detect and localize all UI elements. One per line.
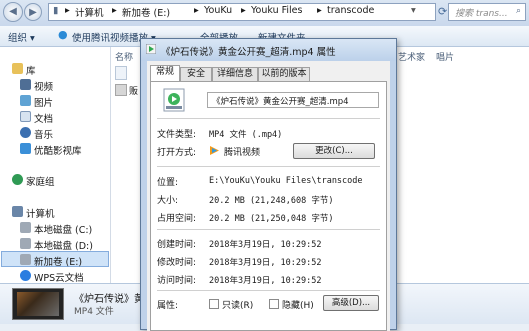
divider (157, 229, 380, 230)
breadcrumb-youku-files[interactable]: Youku Files (251, 5, 302, 16)
homegroup-icon (12, 174, 23, 185)
filename-input[interactable]: 《炉石传说》黄金公开赛_超清.mp4 (207, 92, 379, 108)
hidden-checkbox[interactable] (269, 299, 279, 309)
file-list-right-columns: 艺术家 唱片 (398, 47, 529, 283)
size-on-disk-value: 20.2 MB (21,250,048 字节) (209, 214, 334, 224)
library-icon (12, 63, 23, 74)
file-icon[interactable] (115, 66, 127, 80)
breadcrumb-computer[interactable]: 计算机 (75, 5, 104, 19)
file-type-value: MP4 文件 (.mp4) (209, 130, 283, 140)
divider (157, 118, 380, 119)
video-icon (20, 79, 31, 90)
video-thumbnail (12, 288, 64, 320)
hidden-label[interactable]: 隐藏(H) (282, 298, 314, 311)
file-icon[interactable] (115, 84, 127, 96)
dialog-title-bar[interactable]: 《炉石传说》黄金公开赛_超清.mp4 属性 (141, 39, 396, 61)
breadcrumb-drive-e[interactable]: 新加卷 (E:) (122, 5, 170, 19)
back-button[interactable]: ◀ (3, 2, 23, 22)
modified-value: 2018年3月19日, 10:29:52 (209, 258, 322, 268)
file-name-partial[interactable]: 贩 (129, 84, 138, 97)
location-value: E:\YouKu\Youku Files\transcode (209, 176, 363, 186)
search-placeholder: 搜索 trans... (455, 9, 508, 19)
documents-icon (20, 111, 31, 122)
tab-details[interactable]: 详细信息 (212, 67, 258, 81)
forward-button[interactable]: ▶ (24, 3, 42, 21)
column-header-album[interactable]: 唱片 (436, 50, 454, 63)
size-label: 大小: (157, 196, 179, 206)
file-type-label: 文件类型: (157, 130, 197, 140)
general-panel: 《炉石传说》黄金公开赛_超清.mp4 文件类型: MP4 文件 (.mp4) 打… (150, 81, 387, 331)
divider (157, 166, 380, 167)
tab-security[interactable]: 安全 (180, 67, 212, 81)
drive-icon (20, 222, 31, 233)
open-with-label: 打开方式: (157, 148, 197, 158)
attributes-label: 属性: (157, 301, 179, 311)
breadcrumb-youku[interactable]: YouKu (204, 5, 232, 16)
tab-previous-versions[interactable]: 以前的版本 (258, 67, 310, 81)
divider (157, 290, 380, 291)
organize-menu[interactable]: 组织 ▾ (8, 30, 35, 44)
created-value: 2018年3月19日, 10:29:52 (209, 240, 322, 250)
created-label: 创建时间: (157, 240, 197, 250)
address-bar-region: ◀ ▶ ▮ ▸ 计算机 ▸ 新加卷 (E:) ▸ YouKu ▸ Youku F… (0, 0, 529, 27)
modified-label: 修改时间: (157, 258, 197, 268)
column-header-artist[interactable]: 艺术家 (398, 50, 425, 63)
size-on-disk-label: 占用空间: (157, 214, 197, 224)
tencent-video-icon (210, 146, 219, 155)
music-icon (20, 127, 31, 138)
mp4-file-icon (163, 88, 185, 112)
breadcrumb-transcode[interactable]: transcode (327, 5, 374, 16)
column-header-name[interactable]: 名称 (115, 50, 133, 63)
readonly-label[interactable]: 只读(R) (222, 298, 253, 311)
computer-icon (12, 206, 23, 217)
nav-drive-e[interactable]: 新加卷 (E:) (1, 251, 109, 268)
change-button[interactable]: 更改(C)... (293, 143, 375, 159)
advanced-button[interactable]: 高级(D)... (323, 295, 379, 311)
video-file-icon (146, 44, 156, 54)
size-value: 20.2 MB (21,248,608 字节) (209, 196, 334, 206)
navigation-pane: 库 视频 图片 文档 音乐 优酷影视库 家庭组 计算机 本地磁盘 (C:) 本地… (0, 47, 111, 284)
location-label: 位置: (157, 178, 179, 188)
pictures-icon (20, 95, 31, 106)
details-file-type: MP4 文件 (74, 307, 114, 317)
accessed-label: 访问时间: (157, 276, 197, 286)
play-icon: ● (58, 28, 68, 41)
address-input[interactable]: ▮ ▸ 计算机 ▸ 新加卷 (E:) ▸ YouKu ▸ Youku Files… (48, 3, 436, 21)
readonly-checkbox[interactable] (209, 299, 219, 309)
drive-icon (20, 254, 31, 265)
cloud-icon (20, 270, 31, 281)
open-with-value: 腾讯视频 (224, 148, 261, 158)
accessed-value: 2018年3月19日, 10:29:52 (209, 276, 322, 286)
refresh-icon[interactable]: ⟳ (438, 5, 447, 18)
search-icon: ⌕ (515, 6, 521, 16)
dialog-title: 《炉石传说》黄金公开赛_超清.mp4 属性 (161, 47, 336, 58)
chevron-down-icon[interactable]: ▾ (411, 5, 416, 16)
tab-general[interactable]: 常规 (150, 65, 180, 82)
youku-icon (20, 143, 31, 154)
search-input[interactable]: 搜索 trans... ⌕ (448, 3, 526, 21)
drive-icon (20, 238, 31, 249)
properties-dialog: 《炉石传说》黄金公开赛_超清.mp4 属性 常规 安全 详细信息 以前的版本 《… (140, 38, 397, 331)
folder-icon: ▮ (53, 5, 59, 16)
dialog-body: 常规 安全 详细信息 以前的版本 《炉石传说》黄金公开赛_超清.mp4 文件类型… (147, 61, 390, 331)
